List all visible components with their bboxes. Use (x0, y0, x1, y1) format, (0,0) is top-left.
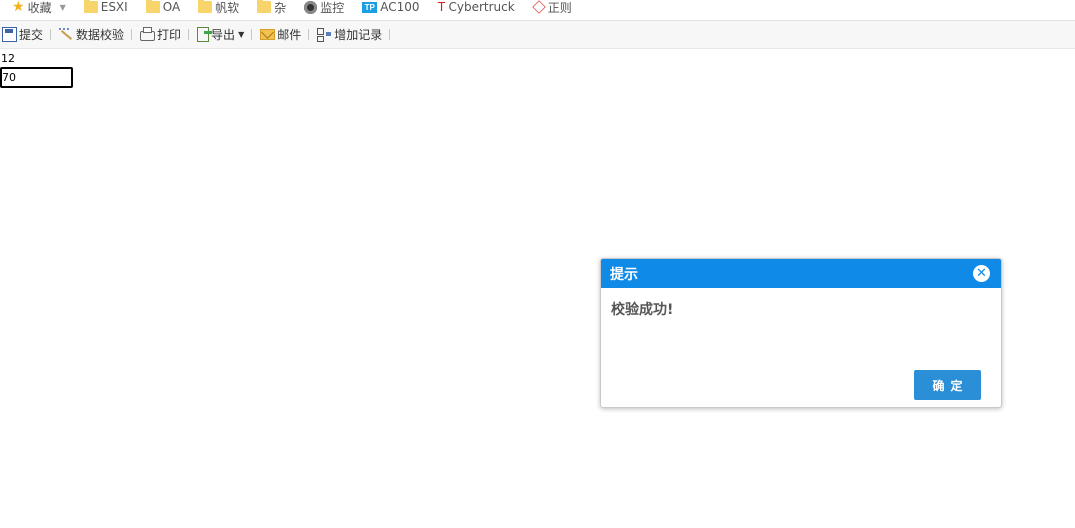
toolbar-separator (308, 29, 310, 40)
cube-icon (531, 0, 546, 14)
ok-button[interactable]: 确定 (914, 370, 981, 400)
export-button[interactable]: 导出 ▼ (195, 25, 246, 45)
folder-icon (145, 0, 160, 13)
bookmark-label: 杂 (274, 0, 287, 15)
validate-label: 数据校验 (76, 28, 125, 42)
submit-button[interactable]: 提交 (0, 25, 45, 45)
report-toolbar: 提交 数据校验 打印 导出 ▼ 邮件 增加记录 (0, 21, 1075, 49)
bookmarks-bar: ★ 收藏 ▼ ESXI OA 帆软 杂 监控 TP AC100 T Cybert… (0, 0, 1075, 21)
chevron-down-icon: ▼ (238, 30, 245, 39)
printer-icon (140, 27, 156, 41)
bookmark-label: 帆软 (215, 0, 240, 15)
mail-button[interactable]: 邮件 (258, 25, 303, 45)
submit-label: 提交 (19, 28, 44, 42)
toolbar-separator (188, 29, 190, 40)
bookmark-label: ESXI (100, 0, 128, 14)
bookmark-ac100[interactable]: TP AC100 (362, 0, 419, 17)
mail-icon (260, 29, 276, 40)
toolbar-separator (251, 29, 253, 40)
bookmark-label: 监控 (320, 0, 345, 15)
alert-dialog: 提示 ✕ 校验成功! 确定 (600, 258, 1002, 408)
bookmark-label: AC100 (380, 0, 420, 14)
dialog-title: 提示 (610, 266, 638, 283)
bookmark-label: Cybertruck (448, 0, 515, 14)
star-icon: ★ (12, 0, 25, 15)
save-icon (2, 27, 17, 42)
dialog-header: 提示 ✕ (601, 259, 1001, 288)
dialog-message: 校验成功! (611, 302, 674, 318)
export-label: 导出 (211, 28, 236, 42)
export-icon (197, 27, 213, 42)
bookmark-misc[interactable]: 杂 (257, 0, 286, 17)
close-icon: ✕ (976, 266, 987, 281)
validate-button[interactable]: 数据校验 (57, 25, 126, 45)
value-input[interactable] (0, 67, 73, 88)
bookmark-esxi[interactable]: ESXI (83, 0, 128, 17)
add-record-icon (317, 27, 332, 42)
print-label: 打印 (157, 28, 182, 42)
bookmark-regex[interactable]: 正则 (531, 0, 572, 17)
print-button[interactable]: 打印 (138, 25, 183, 45)
tp-link-icon: TP (362, 1, 378, 13)
validate-icon (59, 27, 74, 42)
bookmark-favorites[interactable]: ★ 收藏 ▼ (12, 0, 66, 17)
bookmark-oa[interactable]: OA (145, 0, 181, 17)
bookmark-fanruan[interactable]: 帆软 (198, 0, 239, 17)
add-record-button[interactable]: 增加记录 (315, 25, 384, 45)
bookmark-monitor[interactable]: 监控 (304, 0, 344, 17)
add-record-label: 增加记录 (334, 28, 383, 42)
camera-icon (304, 0, 318, 14)
chevron-down-icon[interactable]: ▼ (60, 3, 66, 12)
folder-icon (198, 0, 213, 13)
bookmark-label: 正则 (547, 0, 572, 15)
tesla-icon: T (437, 0, 446, 14)
cell-label: 12 (1, 52, 15, 65)
bookmark-label: OA (162, 0, 181, 14)
folder-icon (257, 0, 272, 13)
bookmark-cybertruck[interactable]: T Cybertruck (437, 0, 515, 17)
bookmark-label: 收藏 (27, 0, 52, 15)
close-button[interactable]: ✕ (973, 265, 990, 282)
toolbar-separator (389, 29, 391, 40)
folder-icon (83, 0, 98, 13)
mail-label: 邮件 (277, 28, 302, 42)
toolbar-separator (50, 29, 52, 40)
toolbar-separator (131, 29, 133, 40)
